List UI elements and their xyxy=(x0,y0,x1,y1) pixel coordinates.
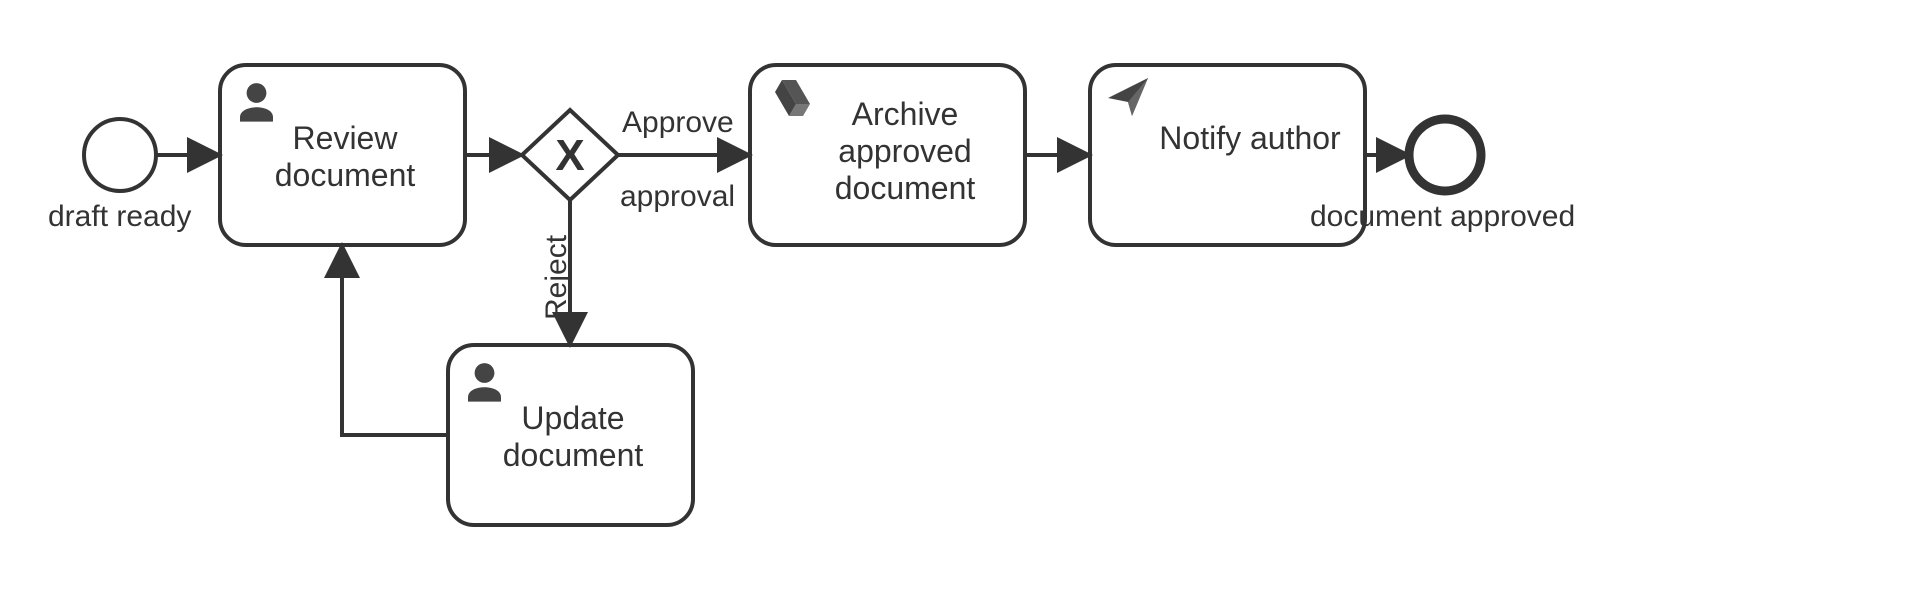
bpmn-diagram: X xyxy=(0,0,1920,603)
task-update[interactable] xyxy=(448,345,693,525)
task-review[interactable] xyxy=(220,65,465,245)
flow-update-to-review xyxy=(342,245,448,435)
gateway-approval[interactable]: X xyxy=(522,110,618,200)
end-event[interactable] xyxy=(1409,119,1481,191)
task-notify[interactable] xyxy=(1090,65,1365,245)
svg-text:X: X xyxy=(555,131,584,180)
diagram-svg: X xyxy=(0,0,1920,603)
task-archive[interactable] xyxy=(750,65,1025,245)
start-event[interactable] xyxy=(84,119,156,191)
